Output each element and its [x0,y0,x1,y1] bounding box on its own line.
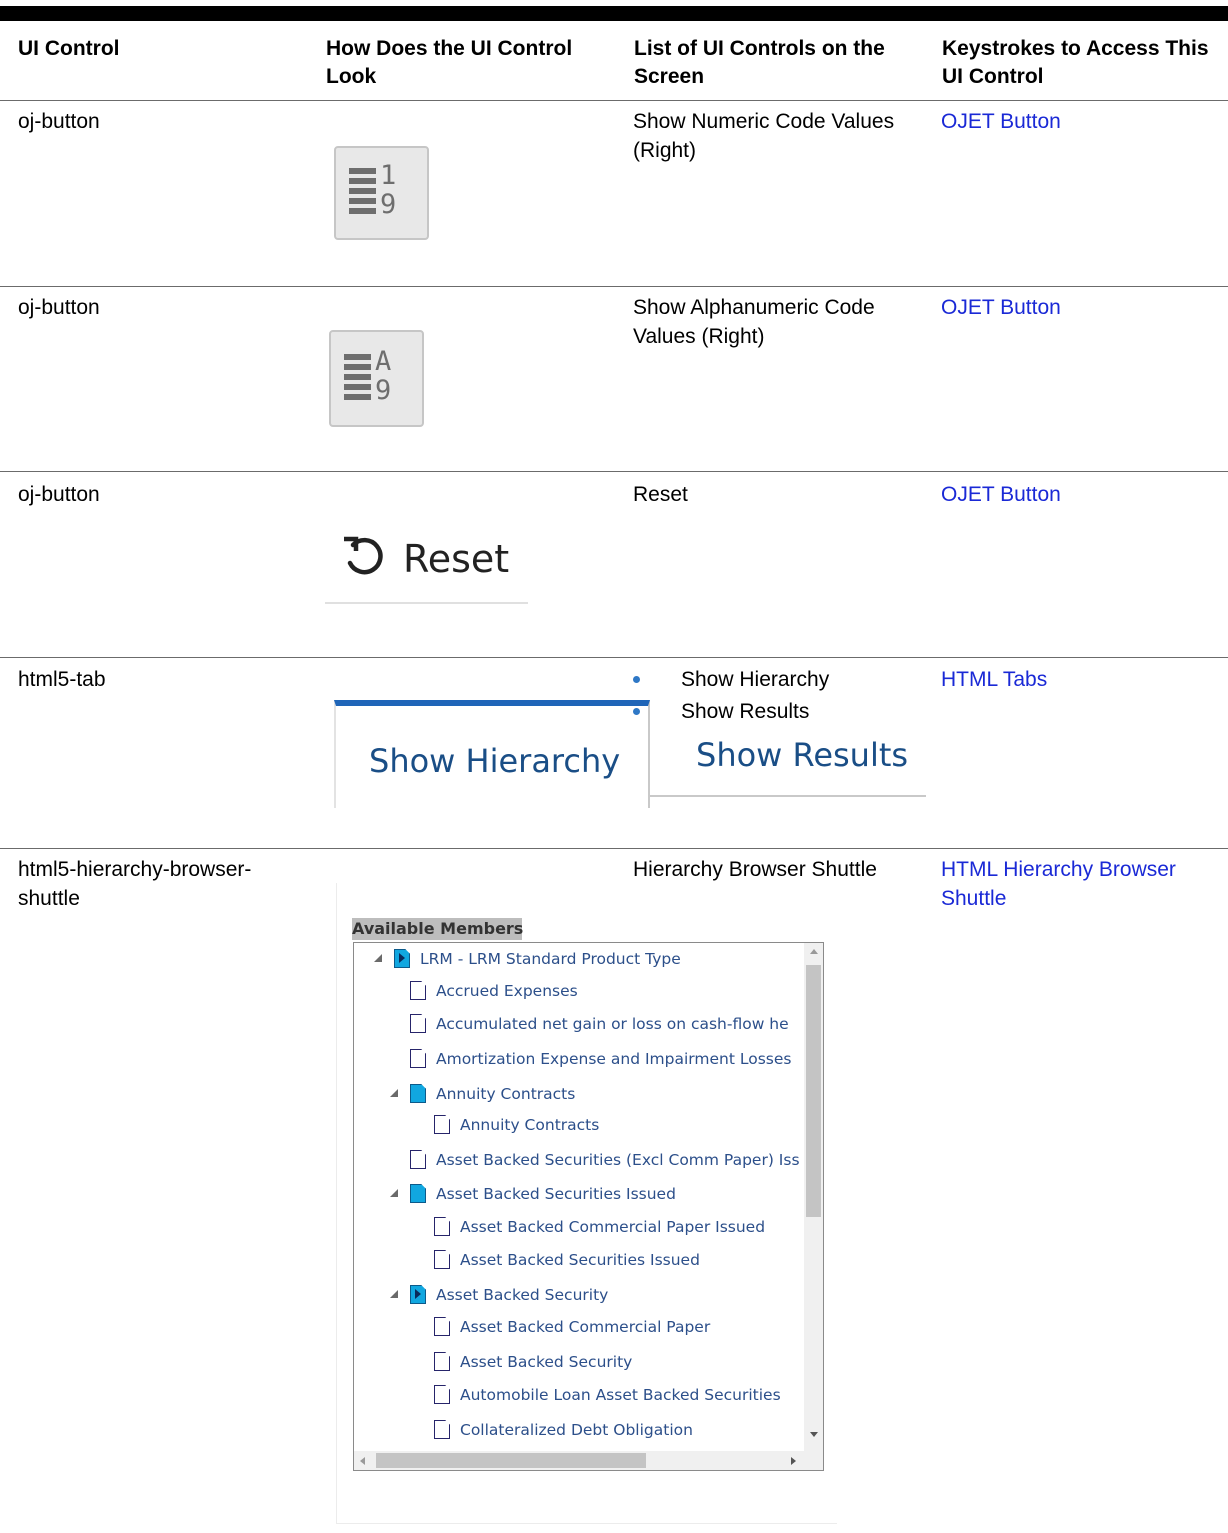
header-keystrokes: Keystrokes to Access This UI Control [942,37,1209,88]
alphanumeric-code-icon [344,354,371,404]
row-divider [0,471,1228,472]
document-icon [434,1250,450,1269]
row-divider [0,657,1228,658]
control-list: Show Numeric Code Values (Right) [633,110,895,162]
control-name: oj-button [18,483,100,506]
bullet-icon [633,676,640,683]
scroll-right-icon[interactable] [791,1457,796,1465]
document-icon [410,981,426,1000]
expand-icon[interactable] [390,1189,398,1197]
folder-play-icon [394,949,410,968]
document-icon [410,1014,426,1033]
hierarchy-tree[interactable]: LRM - LRM Standard Product Type Accrued … [353,942,824,1471]
vertical-scrollbar[interactable] [804,943,823,1451]
control-name: html5-hierarchy-browser-shuttle [18,858,252,910]
glyph-top: A [375,346,392,377]
control-list: Reset [633,483,688,506]
reset-button[interactable]: Reset [325,527,528,604]
tab-bar: Show Hierarchy Show Results [334,700,926,810]
scroll-up-icon[interactable] [810,949,818,954]
folder-icon [410,1184,426,1203]
row-divider [0,286,1228,287]
alphanumeric-code-button[interactable]: A 9 [329,330,424,427]
vertical-scroll-thumb[interactable] [806,965,821,1217]
header-ui-control: UI Control [18,37,120,60]
document-icon [410,1150,426,1169]
keystroke-link[interactable]: HTML Tabs [941,665,1226,694]
numeric-code-button[interactable]: 1 9 [334,146,429,240]
hierarchy-title: Available Members [352,918,524,940]
keystroke-link[interactable]: OJET Button [941,293,1226,322]
tab-show-hierarchy[interactable]: Show Hierarchy [334,700,650,808]
numeric-code-icon [349,168,376,218]
keystroke-link[interactable]: HTML Hierarchy Browser Shuttle [941,855,1226,913]
list-item-label: Show Results [681,700,810,723]
folder-icon [410,1084,426,1103]
document-icon [434,1115,450,1134]
scroll-down-icon[interactable] [810,1432,818,1437]
control-list: Show Alphanumeric Code Values (Right) [633,296,875,348]
keystroke-link[interactable]: OJET Button [941,480,1226,509]
document-icon [434,1385,450,1404]
list-item-label: Show Hierarchy [681,668,830,691]
bullet-icon [633,708,640,715]
document-icon [434,1217,450,1236]
folder-play-icon [410,1285,426,1304]
control-list: Hierarchy Browser Shuttle [633,858,877,881]
control-name: html5-tab [18,668,106,691]
table-top-border [0,6,1228,21]
row-divider [0,848,1228,849]
header-ui-list: List of UI Controls on the Screen [634,37,885,88]
tab-label: Show Results [696,736,909,774]
header-divider [0,100,1228,101]
document-icon [434,1420,450,1439]
glyph-bottom: 9 [380,189,397,220]
document-icon [434,1317,450,1336]
document-icon [410,1049,426,1068]
document-icon [434,1352,450,1371]
horizontal-scroll-thumb[interactable] [376,1453,646,1468]
control-name: oj-button [18,110,100,133]
horizontal-scrollbar[interactable] [354,1451,823,1470]
expand-icon[interactable] [390,1089,398,1097]
scroll-left-icon[interactable] [360,1457,365,1465]
header-ui-look: How Does the UI Control Look [326,37,573,88]
glyph-bottom: 9 [375,375,392,406]
reset-label: Reset [403,537,510,581]
expand-icon[interactable] [390,1290,398,1298]
reset-icon [344,536,383,575]
glyph-top: 1 [380,160,397,191]
tab-label: Show Hierarchy [369,742,621,780]
control-name: oj-button [18,296,100,319]
expand-icon[interactable] [374,954,382,962]
keystroke-link[interactable]: OJET Button [941,107,1226,136]
